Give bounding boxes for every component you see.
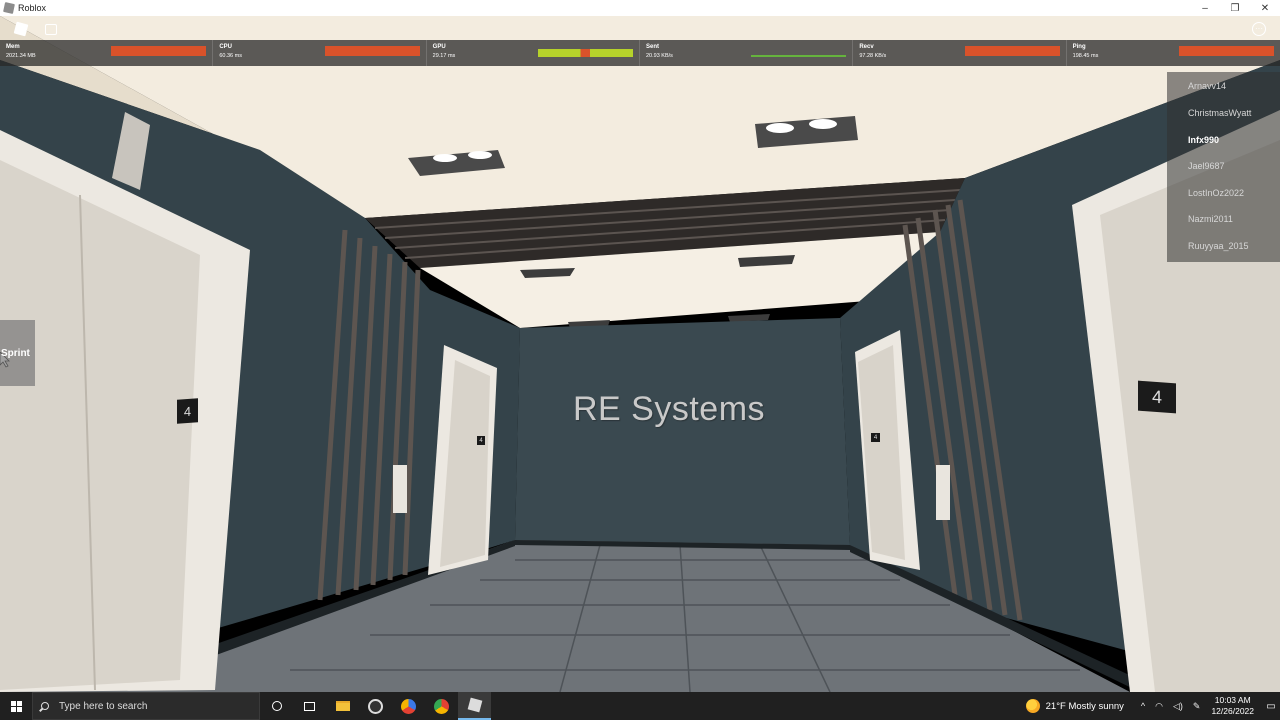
stat-label: GPU: [432, 44, 446, 50]
pen-icon[interactable]: ✎: [1193, 701, 1201, 712]
stat-graph: [1178, 46, 1274, 56]
notifications-button[interactable]: ▭: [1262, 692, 1280, 720]
stat-ping[interactable]: Ping 198.45 ms: [1067, 40, 1280, 66]
roblox-icon: [467, 697, 482, 713]
stat-label: CPU: [219, 44, 232, 50]
stat-value: 198.45 ms: [1072, 53, 1099, 59]
chrome-icon: [434, 698, 449, 714]
weather-icon[interactable]: [1025, 699, 1040, 713]
player-list-item[interactable]: Jael9687: [1188, 161, 1225, 171]
minimize-button[interactable]: –: [1190, 0, 1220, 16]
floor-number-sign: 4: [1138, 380, 1176, 414]
windows-taskbar: 21°F Mostly sunny ^ ◠ ◁) ✎ 10:03 AM 12/2…: [0, 692, 1280, 720]
stat-label: Mem: [6, 44, 20, 50]
player-list-item[interactable]: Infx990: [1188, 135, 1219, 145]
player-list-item[interactable]: Ruuyyaa_2015: [1188, 241, 1249, 251]
chevron-up-icon[interactable]: ^: [1141, 701, 1145, 711]
stat-sent[interactable]: Sent 20.93 KB/s: [640, 40, 854, 66]
performance-stats-bar: Mem 2021.34 MB CPU 60.36 ms GPU 29.17 ms…: [0, 40, 1280, 66]
task-view-icon: [304, 701, 315, 711]
cortana-button[interactable]: [260, 692, 293, 720]
stat-value: 60.36 ms: [219, 53, 242, 59]
stat-graph: [537, 49, 633, 57]
chrome-icon: [401, 698, 416, 714]
stat-label: Sent: [645, 44, 659, 50]
window-controls: – ❐ ✕: [1190, 0, 1280, 16]
clock[interactable]: 10:03 AM 12/26/2022: [1211, 695, 1254, 717]
stat-cpu[interactable]: CPU 60.36 ms: [213, 40, 427, 66]
floor-number-sign: 4: [871, 433, 880, 442]
weather-text[interactable]: 21°F Mostly sunny: [1046, 701, 1124, 712]
close-button[interactable]: ✕: [1250, 0, 1280, 16]
windows-logo-icon: [10, 700, 22, 712]
roblox-window: Roblox – ❐ ✕ RE Systems 4 4 4 4 ··· Mem …: [0, 0, 1280, 720]
call-button-panel: [393, 465, 407, 513]
chat-icon: [45, 23, 57, 35]
obs-button[interactable]: [359, 692, 392, 720]
roblox-menu-button[interactable]: [10, 20, 32, 38]
stat-graph: [324, 46, 420, 56]
file-explorer-icon: [335, 701, 350, 711]
player-list: Arnavv14 ChristmasWyatt Infx990 Jael9687…: [1167, 72, 1280, 262]
volume-icon[interactable]: ◁): [1173, 701, 1183, 712]
window-title-bar: Roblox – ❐ ✕: [0, 0, 1280, 16]
stat-value: 2021.34 MB: [6, 53, 36, 59]
stat-label: Ping: [1072, 44, 1086, 50]
taskbar-search[interactable]: [32, 692, 260, 720]
stat-mem[interactable]: Mem 2021.34 MB: [0, 40, 214, 66]
obs-icon: [368, 698, 383, 714]
roblox-taskbar-button[interactable]: [458, 692, 491, 720]
more-options-button[interactable]: ···: [1248, 20, 1270, 38]
clock-time: 10:03 AM: [1214, 695, 1251, 705]
player-list-item[interactable]: LostInOz2022: [1188, 188, 1244, 198]
ellipsis-icon: ···: [1252, 22, 1266, 36]
call-button-panel: [936, 465, 950, 520]
stat-value: 29.17 ms: [432, 53, 456, 59]
notification-icon: ▭: [1266, 700, 1276, 712]
stat-gpu[interactable]: GPU 29.17 ms: [427, 40, 640, 66]
floor-number-sign: 4: [477, 436, 485, 445]
stat-graph: [751, 55, 847, 57]
roblox-logo-icon: [13, 21, 29, 37]
start-button[interactable]: [0, 692, 32, 720]
sprint-label: Sprint: [1, 347, 30, 359]
stat-value: 97.28 KB/s: [859, 53, 887, 59]
player-list-item[interactable]: Nazmi2011: [1188, 214, 1233, 224]
sprint-button[interactable]: Sprint: [0, 320, 35, 386]
restore-button[interactable]: ❐: [1220, 0, 1250, 16]
search-icon: [41, 702, 49, 710]
chat-button[interactable]: [40, 20, 62, 38]
roblox-icon: [3, 2, 15, 14]
system-tray: 21°F Mostly sunny ^ ◠ ◁) ✎ 10:03 AM 12/2…: [1025, 692, 1280, 720]
chrome-button[interactable]: [392, 692, 425, 720]
stat-recv[interactable]: Recv 97.28 KB/s: [853, 40, 1067, 66]
floor-number-sign: 4: [177, 398, 198, 424]
stat-label: Recv: [859, 44, 874, 50]
player-list-item[interactable]: ChristmasWyatt: [1188, 108, 1251, 118]
window-title: Roblox: [18, 3, 47, 13]
stat-value: 20.93 KB/s: [645, 53, 673, 59]
file-explorer-button[interactable]: [326, 692, 359, 720]
task-view-button[interactable]: [293, 692, 326, 720]
network-icon[interactable]: ◠: [1155, 701, 1163, 712]
back-wall: [515, 318, 850, 545]
lobby-scene: [0, 16, 1280, 692]
game-viewport[interactable]: RE Systems 4 4 4 4: [0, 16, 1280, 692]
clock-date: 12/26/2022: [1211, 706, 1254, 716]
player-list-item[interactable]: Arnavv14: [1188, 81, 1226, 91]
chrome-button[interactable]: [425, 692, 458, 720]
cortana-icon: [271, 701, 282, 711]
stat-graph: [964, 46, 1060, 56]
stat-graph: [111, 46, 207, 56]
search-input[interactable]: [59, 700, 249, 712]
wall-sign: RE Systems: [573, 390, 766, 428]
